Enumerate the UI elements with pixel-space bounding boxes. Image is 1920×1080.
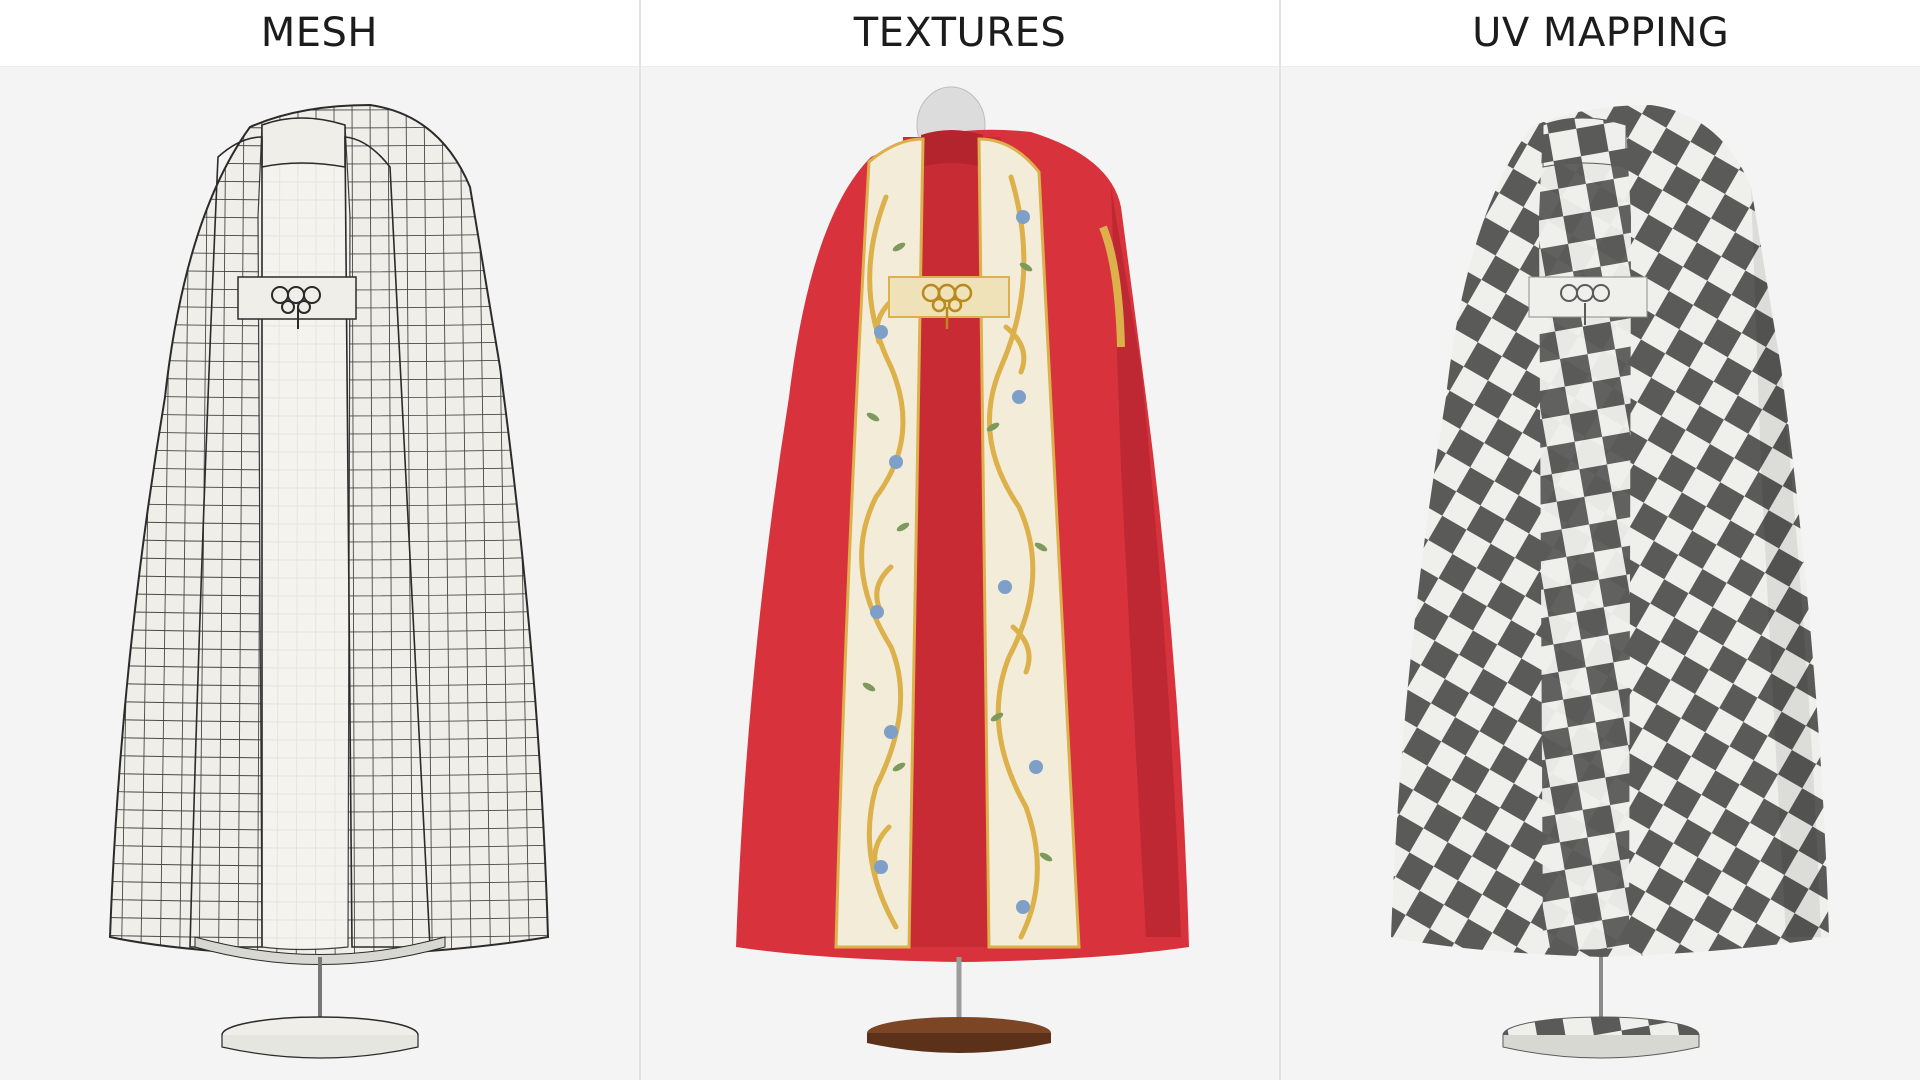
uv-checker-cope-render xyxy=(1391,105,1830,1059)
textures-panel: TEXTURES xyxy=(638,0,1280,1080)
textures-header: TEXTURES xyxy=(640,0,1280,67)
mesh-view xyxy=(0,67,639,1080)
textured-cope-render xyxy=(735,86,1189,1053)
mesh-grid-line xyxy=(82,97,100,967)
wireframe-cope-render xyxy=(82,97,568,1059)
uv-mapping-view xyxy=(1281,67,1920,1080)
mesh-header: MESH xyxy=(0,0,639,67)
textures-title: TEXTURES xyxy=(853,10,1067,56)
uv-mapping-panel: UV MAPPING xyxy=(1279,0,1920,1080)
textures-view xyxy=(641,67,1280,1080)
comparison-grid: MESH TEXTURES UV MAPPING xyxy=(0,0,1920,1080)
mesh-grid-line xyxy=(550,97,568,967)
mesh-title: MESH xyxy=(260,10,378,56)
mesh-panel: MESH xyxy=(0,0,639,1080)
uv-mapping-header: UV MAPPING xyxy=(1281,0,1920,67)
uv-mapping-title: UV MAPPING xyxy=(1472,10,1730,56)
